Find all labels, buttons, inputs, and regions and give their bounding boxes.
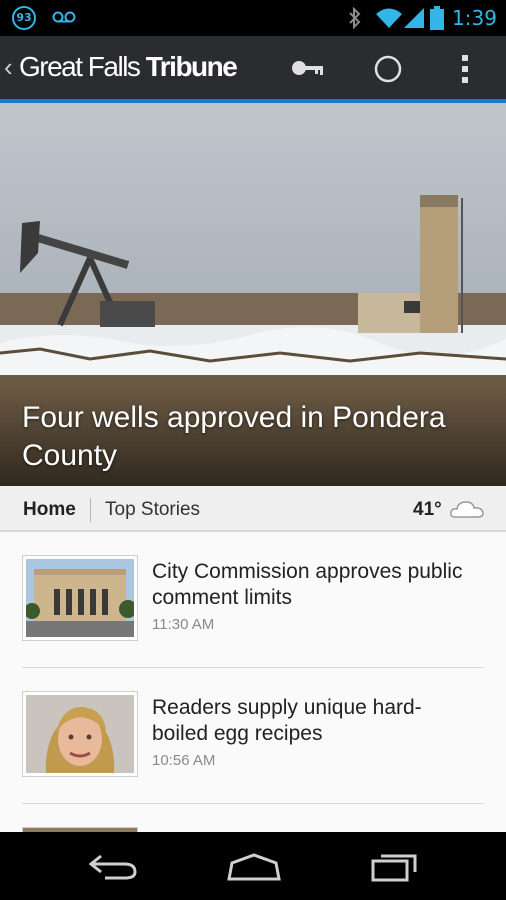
building-photo (26, 559, 134, 637)
home-icon[interactable] (226, 852, 282, 882)
tab-divider (90, 498, 91, 522)
list-item[interactable] (0, 804, 506, 832)
status-clock: 1:39 (452, 6, 497, 30)
overflow-menu-icon[interactable] (460, 53, 470, 85)
battery-icon (430, 6, 444, 30)
tab-home[interactable]: Home (23, 499, 76, 521)
cloud-icon[interactable] (449, 498, 485, 520)
notification-count-badge: 93 (12, 6, 36, 30)
hero-story[interactable]: Four wells approved in Pondera County (0, 103, 506, 486)
tab-top-stories[interactable]: Top Stories (105, 499, 200, 521)
app-action-bar: ‹ Great Falls Tribune (0, 36, 506, 103)
brand-name-light: Great Falls (19, 51, 146, 82)
article-time: 10:56 AM (152, 752, 216, 769)
voicemail-icon (52, 11, 76, 23)
article-headline: Readers supply unique hard-boiled egg re… (152, 696, 422, 745)
app-logo[interactable]: Great Falls Tribune (19, 51, 238, 83)
person-photo (26, 695, 134, 773)
article-thumbnail (22, 691, 138, 777)
article-time: 11:30 AM (152, 616, 215, 633)
weather-temperature[interactable]: 41° (413, 499, 442, 521)
hero-headline: Four wells approved in Pondera County (22, 401, 446, 472)
bluetooth-icon (349, 7, 361, 29)
back-icon[interactable] (87, 852, 139, 882)
refresh-circle-icon[interactable] (373, 54, 403, 84)
key-icon[interactable] (291, 58, 325, 78)
up-navigation-chevron-icon[interactable]: ‹ (4, 54, 13, 80)
article-headline: City Commission approves public comment … (152, 560, 463, 609)
section-bar: Home Top Stories 41° (0, 486, 506, 532)
wifi-icon (376, 8, 402, 28)
recents-icon[interactable] (369, 852, 419, 882)
status-bar: 93 1:39 (0, 0, 506, 36)
cell-signal-icon (404, 8, 424, 28)
article-thumbnail (22, 555, 138, 641)
brand-name-bold: Tribune (145, 51, 238, 82)
article-list: City Commission approves public comment … (0, 532, 506, 832)
list-item[interactable]: Readers supply unique hard-boiled egg re… (0, 668, 506, 804)
system-navigation-bar (0, 832, 506, 900)
list-item[interactable]: City Commission approves public comment … (0, 532, 506, 668)
